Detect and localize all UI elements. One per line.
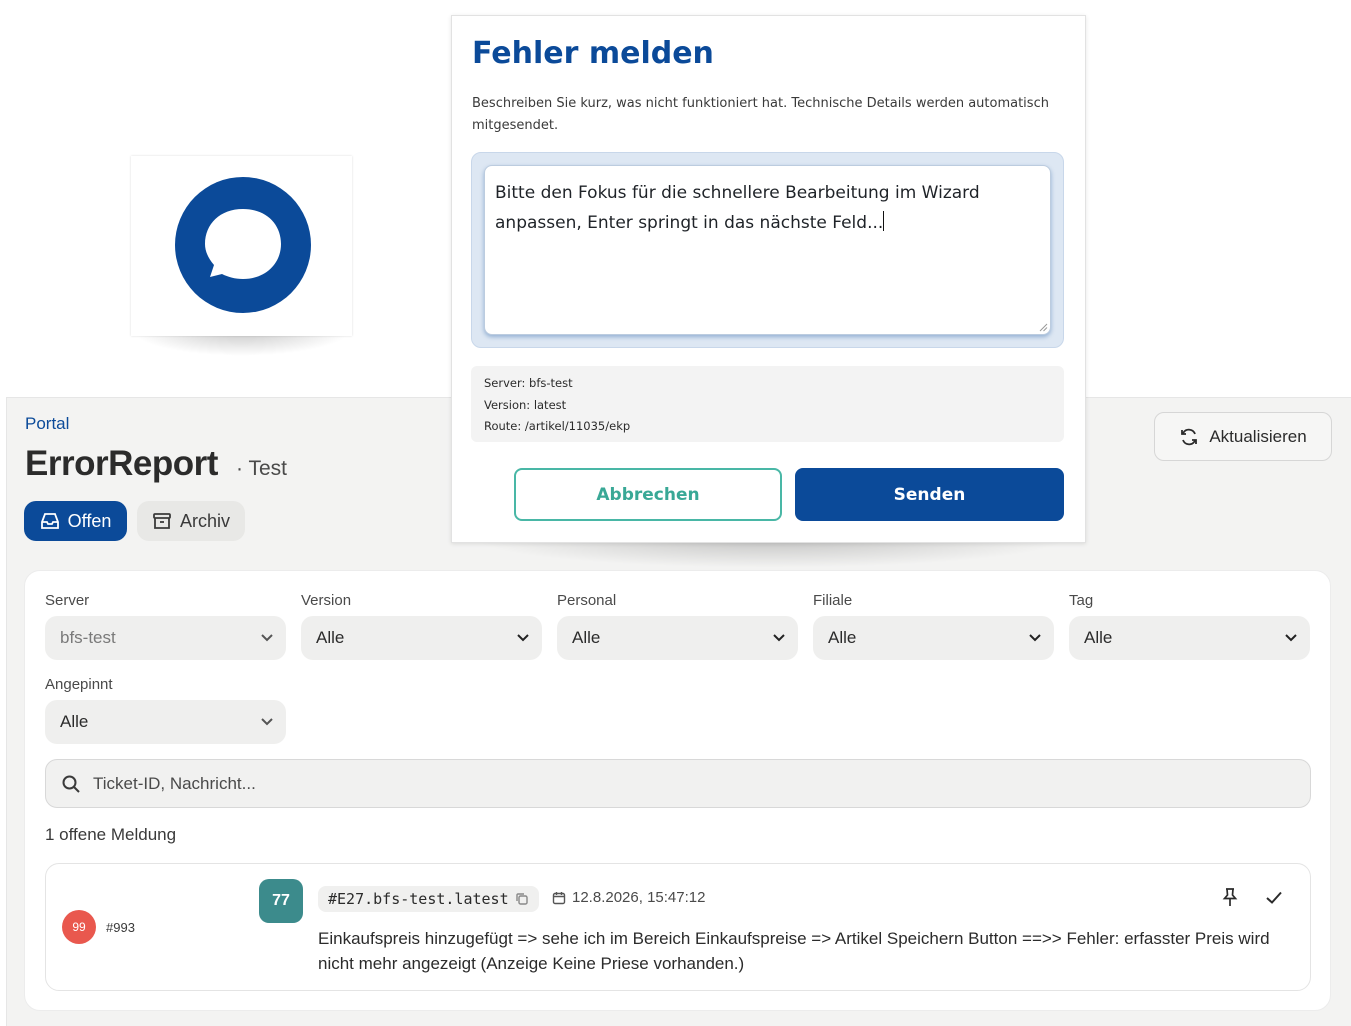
filter-personal-select[interactable]: Alle [557, 616, 798, 660]
cancel-button[interactable]: Abbrechen [514, 468, 782, 521]
pin-icon[interactable] [1220, 886, 1240, 908]
copy-icon[interactable] [515, 892, 529, 906]
filter-server-select[interactable]: bfs-test [45, 616, 286, 660]
ticket-number: #993 [106, 920, 135, 935]
chat-bubble-icon [175, 177, 311, 313]
tab-offen[interactable]: Offen [24, 501, 127, 541]
ticket-code: #E27.bfs-test.latest [328, 890, 509, 908]
filter-version-select[interactable]: Alle [301, 616, 542, 660]
filter-version-label: Version [301, 592, 352, 609]
inbox-icon [40, 513, 59, 529]
textarea-value: Bitte den Fokus für die schnellere Bearb… [495, 183, 980, 233]
filter-angepinnt-value: Alle [60, 712, 89, 731]
ticket-message: Einkaufspreis hinzugefügt => sehe ich im… [318, 929, 1270, 973]
filter-filiale-value: Alle [828, 628, 857, 647]
tab-offen-label: Offen [67, 510, 112, 531]
chevron-down-icon [773, 634, 785, 642]
ticket-code-badge[interactable]: #E27.bfs-test.latest [318, 886, 539, 912]
filter-personal-label: Personal [557, 592, 617, 609]
priority-badge: 99 [62, 910, 96, 944]
timestamp-text: 12.8.2026, 15:47:12 [572, 889, 706, 906]
page-title: ErrorReport [25, 444, 218, 483]
app-logo [131, 156, 352, 336]
dialog-title: Fehler melden [472, 36, 714, 71]
dialog-description: Beschreiben Sie kurz, was nicht funktion… [472, 96, 1049, 133]
resolve-check-icon[interactable] [1264, 886, 1284, 908]
filter-tag-value: Alle [1084, 628, 1113, 647]
archive-icon [153, 513, 171, 529]
ticket-timestamp: 12.8.2026, 15:47:12 [552, 889, 705, 906]
score-badge: 77 [259, 879, 303, 923]
search-input[interactable]: Ticket-ID, Nachricht... [45, 759, 1311, 808]
filter-version-value: Alle [316, 628, 345, 647]
page-subtitle: · Test [236, 457, 287, 480]
send-button[interactable]: Senden [795, 468, 1064, 521]
meta-server: Server: bfs-test [484, 376, 573, 390]
meta-route: Route: /artikel/11035/ekp [484, 419, 631, 433]
tab-archiv[interactable]: Archiv [137, 501, 245, 541]
result-count: 1 offene Meldung [45, 825, 177, 844]
text-caret [883, 211, 885, 231]
search-placeholder: Ticket-ID, Nachricht... [93, 773, 256, 793]
search-icon [62, 775, 80, 793]
refresh-icon [1181, 428, 1198, 445]
filter-server-label: Server [45, 592, 90, 609]
filter-server-value: bfs-test [60, 628, 116, 647]
filter-filiale-label: Filiale [813, 592, 853, 609]
refresh-label: Aktualisieren [1209, 426, 1307, 446]
error-description-textarea[interactable]: Bitte den Fokus für die schnellere Bearb… [484, 165, 1051, 335]
technical-details: Server: bfs-test Version: latest Route: … [471, 366, 1064, 442]
chevron-down-icon [517, 634, 529, 642]
calendar-icon [552, 891, 566, 904]
chevron-down-icon [1029, 634, 1041, 642]
filter-angepinnt-select[interactable]: Alle [45, 700, 286, 744]
filter-tag-label: Tag [1069, 592, 1094, 609]
tab-archiv-label: Archiv [179, 510, 230, 531]
filter-tag-select[interactable]: Alle [1069, 616, 1310, 660]
filter-filiale-select[interactable]: Alle [813, 616, 1054, 660]
chevron-down-icon [261, 634, 273, 642]
filter-personal-value: Alle [572, 628, 601, 647]
chevron-down-icon [261, 718, 273, 726]
meta-version: Version: latest [484, 397, 567, 412]
chevron-down-icon [1285, 634, 1297, 642]
resize-handle-icon[interactable] [1039, 323, 1048, 332]
portal-link[interactable]: Portal [25, 414, 69, 434]
filter-angepinnt-label: Angepinnt [45, 676, 113, 693]
refresh-button[interactable]: Aktualisieren [1154, 412, 1332, 461]
